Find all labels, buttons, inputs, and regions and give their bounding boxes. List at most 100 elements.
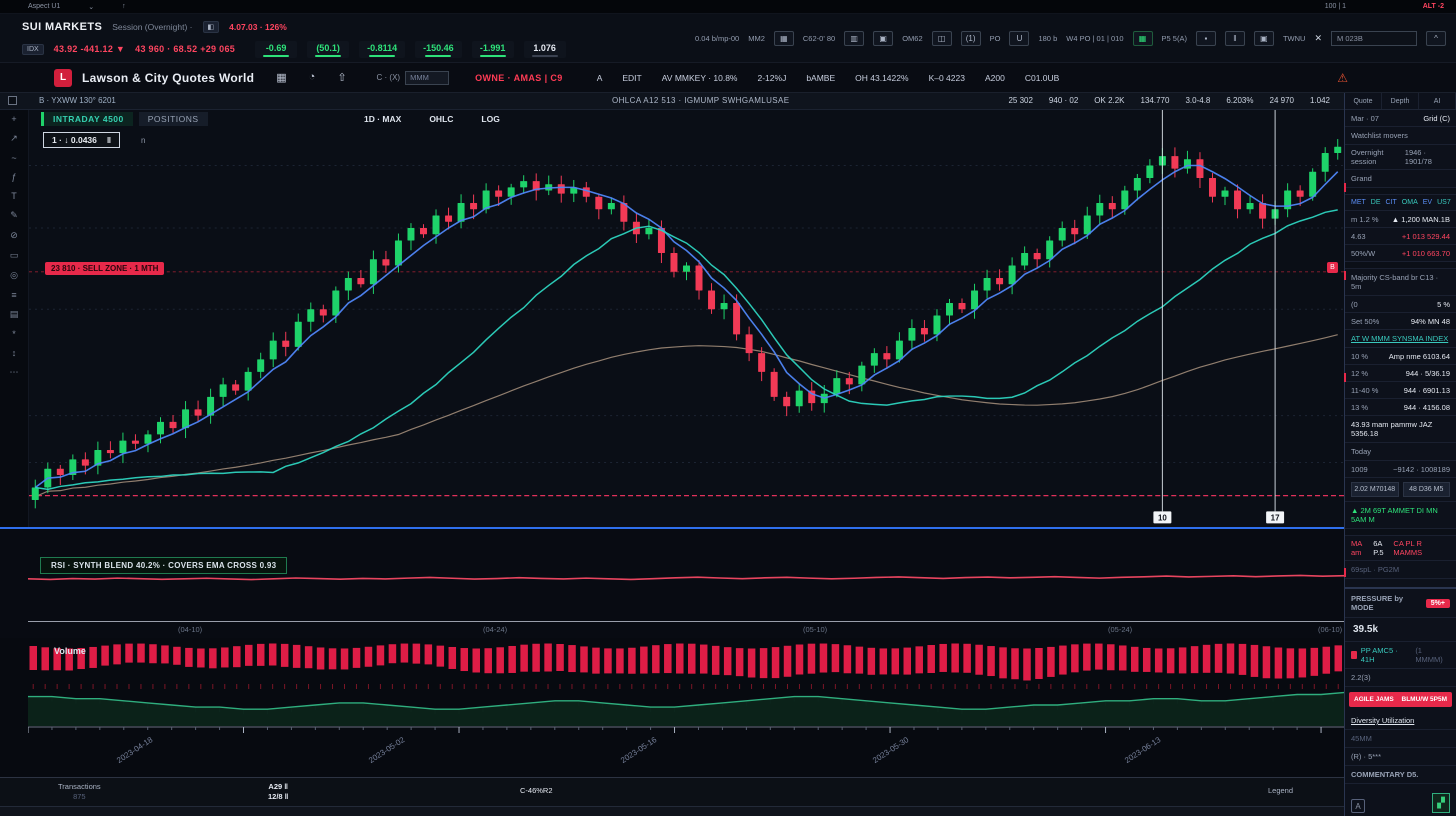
- sidebar-row[interactable]: 12 %944 · 5/36.19: [1345, 365, 1456, 382]
- search-input[interactable]: M 023B: [1331, 31, 1417, 46]
- ticker-chip[interactable]: -0.69: [255, 41, 297, 58]
- ticker-chip[interactable]: (50.1): [307, 41, 349, 58]
- volume-panel[interactable]: Volume: [0, 638, 1344, 733]
- ticker-chip[interactable]: -150.46: [415, 41, 462, 58]
- sidebar-row[interactable]: 10 %Amp nme 6103.64: [1345, 348, 1456, 365]
- eraser-tool[interactable]: ⊘: [6, 230, 22, 241]
- sell-zone-tag[interactable]: 23 810 · SELL ZONE · 1 MTH: [45, 262, 164, 275]
- bottom-row1-label[interactable]: PP AMC5 · 41H: [1361, 646, 1412, 664]
- chart-tab-positions[interactable]: POSITIONS: [139, 112, 208, 126]
- candlestick-chart-area[interactable]: INTRADAY 4500 POSITIONS 1D · MAXOHLCLOG …: [29, 110, 1344, 528]
- collapse-icon[interactable]: ^: [1426, 31, 1446, 46]
- rows-icon[interactable]: ▥: [844, 31, 864, 46]
- chip-value: -0.8114: [367, 43, 397, 53]
- chart-tab-intraday[interactable]: INTRADAY 4500: [41, 112, 133, 126]
- up-arrow-icon[interactable]: ↑: [122, 3, 126, 10]
- indicator-legend-chip[interactable]: 1 · ↓ 0.0436 ‖: [43, 132, 120, 148]
- crosshair-tool[interactable]: +: [6, 114, 22, 124]
- fib-tool[interactable]: ƒ: [6, 172, 22, 182]
- toolbar-text-item[interactable]: C62-0' 80: [803, 34, 835, 43]
- star-tool[interactable]: *: [6, 329, 22, 339]
- grid-icon[interactable]: ▦: [774, 31, 794, 46]
- toolbar-text-item[interactable]: MM2: [748, 34, 765, 43]
- sidebar-tab[interactable]: Depth: [1382, 93, 1419, 109]
- close-icon[interactable]: ✕: [1314, 33, 1322, 44]
- draw-tool[interactable]: ✎: [6, 210, 22, 221]
- rsi-panel[interactable]: RSI · SYNTH BLEND 40.2% · COVERS EMA CRO…: [0, 529, 1344, 638]
- toolbar-text-item[interactable]: W4 PO | 01 | 010: [1066, 34, 1123, 43]
- app-logo[interactable]: L: [54, 69, 72, 87]
- timeframe-item[interactable]: OHLC: [429, 114, 453, 124]
- rsi-date-label: (06-10): [1318, 625, 1342, 634]
- status-group-1[interactable]: Transactions875: [58, 782, 101, 802]
- status-legend[interactable]: Legend: [1268, 786, 1293, 796]
- rect-tool[interactable]: ▭: [6, 250, 22, 261]
- chart-grid-icon[interactable]: ▦: [276, 71, 286, 84]
- sidebar-row[interactable]: 50%/W+1 010 663.70: [1345, 245, 1456, 262]
- measure-tool[interactable]: ↕: [6, 348, 22, 358]
- sidebar-text: ▲ 2M 69T AMMET DI MN 5AM M: [1345, 502, 1456, 529]
- ticker-chip[interactable]: -1.991: [472, 41, 514, 58]
- rsi-panel-label[interactable]: RSI · SYNTH BLEND 40.2% · COVERS EMA CRO…: [40, 557, 287, 574]
- green-grid-icon[interactable]: ▦: [1133, 31, 1153, 46]
- sidebar-button[interactable]: 2.02 M70148: [1351, 482, 1399, 497]
- sidebar-row[interactable]: 11-40 %944 · 6901.13: [1345, 382, 1456, 399]
- status-group-2[interactable]: A29 ‖12/8 ‖: [268, 782, 288, 802]
- zoom-input[interactable]: MMM: [405, 71, 449, 85]
- wave-tool[interactable]: ~: [6, 153, 22, 163]
- layers-tool[interactable]: ▤: [6, 309, 22, 320]
- split-icon[interactable]: ◫: [932, 31, 952, 46]
- layout-icon[interactable]: ▣: [1254, 31, 1274, 46]
- person-icon[interactable]: A: [1351, 799, 1365, 813]
- pause-icon[interactable]: ‖: [1225, 31, 1245, 46]
- caret-icon[interactable]: ⌄: [88, 3, 94, 11]
- sidebar-row[interactable]: (05 %: [1345, 296, 1456, 313]
- titlebar-alert[interactable]: ALT -2: [1423, 3, 1444, 10]
- sidebar-row[interactable]: 13 %944 · 4156.08: [1345, 399, 1456, 416]
- sidebar-link[interactable]: AT W MMM SYNSMA INDEX: [1345, 330, 1456, 348]
- candle: [307, 302, 314, 331]
- toolbar-text-item[interactable]: TWNU: [1283, 34, 1306, 43]
- buy-sell-button[interactable]: AGILE JAMS BLMU/W 5P5M: [1349, 692, 1452, 707]
- timeframe-item[interactable]: LOG: [481, 114, 499, 124]
- trendline-tool[interactable]: ↗: [6, 133, 22, 144]
- ticker-name[interactable]: SUI MARKETS: [22, 21, 102, 33]
- ticker-chip[interactable]: -0.8114: [359, 41, 405, 58]
- bell-icon[interactable]: ◔: [309, 71, 316, 84]
- sidebar-row[interactable]: m 1.2 %▲ 1,200 MAN.1B: [1345, 211, 1456, 228]
- dot-icon[interactable]: ▪: [1196, 31, 1216, 46]
- warning-icon[interactable]: ⚠: [1337, 71, 1348, 85]
- sidebar-row[interactable]: Overnight session1946 · 1901/78: [1345, 145, 1456, 170]
- sidebar-row[interactable]: Set 50%94% MN 48: [1345, 313, 1456, 330]
- ticker-chip[interactable]: 1.076: [524, 41, 566, 58]
- infobar-checkbox[interactable]: [8, 96, 17, 105]
- toolbar-text-item[interactable]: OM62: [902, 34, 922, 43]
- sidebar-tab[interactable]: Quote: [1345, 93, 1382, 109]
- toolbar-text-item[interactable]: P5 5(A): [1162, 34, 1187, 43]
- toolbar-text-item[interactable]: 0.04 b/mp-00: [695, 34, 739, 43]
- sidebar-row[interactable]: 1009~9142 · 1008189: [1345, 461, 1456, 478]
- user-icon[interactable]: U: [1009, 31, 1029, 46]
- toolbar-text-item[interactable]: PO: [990, 34, 1001, 43]
- quote-token-strip[interactable]: METDECITOMAEVUS7: [1345, 195, 1456, 211]
- sidebar-tab[interactable]: AI: [1419, 93, 1456, 109]
- candlestick-chart[interactable]: 1017: [29, 110, 1344, 528]
- timeframe-item[interactable]: 1D · MAX: [364, 114, 401, 124]
- text-tool[interactable]: T: [6, 191, 22, 201]
- count-icon[interactable]: (1): [961, 31, 981, 46]
- candle: [620, 195, 627, 230]
- more-tools[interactable]: ⋯: [6, 367, 22, 378]
- panel-icon[interactable]: ▣: [873, 31, 893, 46]
- share-icon[interactable]: ⇧: [337, 71, 346, 84]
- target-tool[interactable]: ◎: [6, 270, 22, 281]
- sidebar-row[interactable]: Mar · 07Grid (C): [1345, 110, 1456, 127]
- zoom-widget[interactable]: C · (X) MMM: [377, 71, 450, 85]
- buy-marker[interactable]: B: [1327, 262, 1338, 273]
- bottom-link[interactable]: Diversity Utilization: [1345, 712, 1456, 730]
- toolbar-text-item[interactable]: 180 b: [1038, 34, 1057, 43]
- bottom-panel-chip[interactable]: 5%+: [1426, 599, 1450, 608]
- sidebar-button[interactable]: 48 D36 M5: [1403, 482, 1451, 497]
- sidebar-row[interactable]: 4.63+1 013 529.44: [1345, 228, 1456, 245]
- mini-chart-icon[interactable]: ▞: [1432, 793, 1450, 813]
- list-tool[interactable]: ≡: [6, 290, 22, 300]
